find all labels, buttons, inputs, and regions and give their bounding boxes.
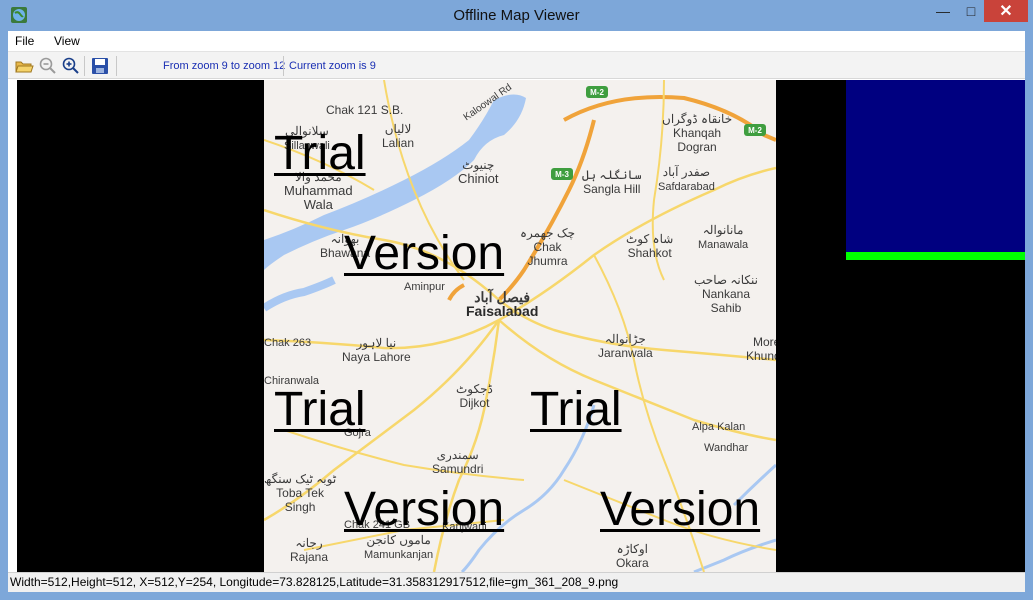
place-label: More Khunda xyxy=(746,335,776,363)
shield-label: M-2 xyxy=(748,126,762,135)
close-button[interactable]: ✕ xyxy=(984,0,1028,22)
zoom-range-label: From zoom 9 to zoom 12 xyxy=(163,60,286,72)
client-area: File View From zoom 9 to zoom 12 Current… xyxy=(8,31,1025,592)
place-label: ماموں کانجن Mamunkanjan xyxy=(364,533,434,561)
map-tile[interactable]: M-2 M-3 M-2 Chak 121 S.B. لالیاں Lalian چ… xyxy=(264,80,776,572)
place-label: چنیوٹ Chiniot xyxy=(458,158,499,186)
place-label: Wandhar xyxy=(704,442,749,454)
place-label: اوکاڑہ Okara xyxy=(616,542,649,570)
place-label: لالیاں Lalian xyxy=(382,122,415,150)
save-icon[interactable] xyxy=(90,56,110,76)
place-label: چک جھمرہ Chak Jhumra xyxy=(520,226,576,268)
green-progress-bar xyxy=(846,252,1025,260)
trial-watermark: Trial xyxy=(530,383,622,436)
version-watermark: Version xyxy=(344,227,505,280)
version-watermark: Version xyxy=(600,483,761,536)
place-label: ڈجکوٹ Dijkot xyxy=(456,382,493,410)
place-label: Chak 263 xyxy=(264,337,312,349)
shield-label: M-3 xyxy=(555,170,569,179)
toolbar: From zoom 9 to zoom 12 Current zoom is 9 xyxy=(8,51,1025,79)
place-label: فیصل آباد Faisalabad xyxy=(466,289,539,319)
menu-bar: File View xyxy=(8,31,1025,51)
menu-view[interactable]: View xyxy=(54,34,80,48)
blue-tile-placeholder xyxy=(846,80,1025,252)
version-watermark: Version xyxy=(344,483,505,536)
status-bar: Width=512,Height=512, X=512,Y=254, Longi… xyxy=(8,572,1025,592)
place-label: جڑانوالہ Jaranwala xyxy=(598,332,653,360)
place-label: خانقاہ ڈوگراں Khanqah Dogran xyxy=(662,112,733,154)
window-title: Offline Map Viewer xyxy=(453,7,580,24)
place-label: صفدر آباد Safdarabad xyxy=(658,165,715,193)
zoom-out-icon[interactable] xyxy=(38,56,58,76)
app-window: Offline Map Viewer — □ ✕ File View From … xyxy=(0,0,1033,600)
trial-watermark: Trial xyxy=(274,127,366,180)
toolbar-separator xyxy=(84,56,85,76)
place-label: ٹوبہ ٹیک سنگھ Toba Tek Singh xyxy=(264,472,337,514)
place-label: Alpa Kalan xyxy=(692,421,746,433)
place-label: شاہ کوٹ Shahkot xyxy=(626,232,674,260)
menu-file[interactable]: File xyxy=(15,34,34,48)
shield-label: M-2 xyxy=(590,88,604,97)
place-label: مانانوالہ Manawala xyxy=(698,223,749,251)
maximize-button[interactable]: □ xyxy=(958,0,984,22)
place-label: Aminpur xyxy=(404,281,445,293)
current-zoom-label: Current zoom is 9 xyxy=(289,60,376,72)
map-canvas[interactable]: M-2 M-3 M-2 Chak 121 S.B. لالیاں Lalian چ… xyxy=(17,80,1025,572)
title-bar[interactable]: Offline Map Viewer — □ ✕ xyxy=(0,0,1033,31)
place-label: ننکانہ صاحب Nankana Sahib xyxy=(694,273,758,315)
folder-open-icon[interactable] xyxy=(14,56,34,76)
place-label: سمندری Samundri xyxy=(432,448,484,476)
zoom-in-icon[interactable] xyxy=(61,56,81,76)
toolbar-separator xyxy=(283,56,284,76)
place-label: سانگلہ ہل Sangla Hill xyxy=(582,168,642,196)
place-label: نیا لاہور Naya Lahore xyxy=(342,336,411,364)
toolbar-separator xyxy=(116,56,117,76)
trial-watermark: Trial xyxy=(274,383,366,436)
minimize-button[interactable]: — xyxy=(930,0,956,22)
place-label: رجانہ Rajana xyxy=(290,536,329,564)
place-label: Chak 121 S.B. xyxy=(326,103,404,117)
